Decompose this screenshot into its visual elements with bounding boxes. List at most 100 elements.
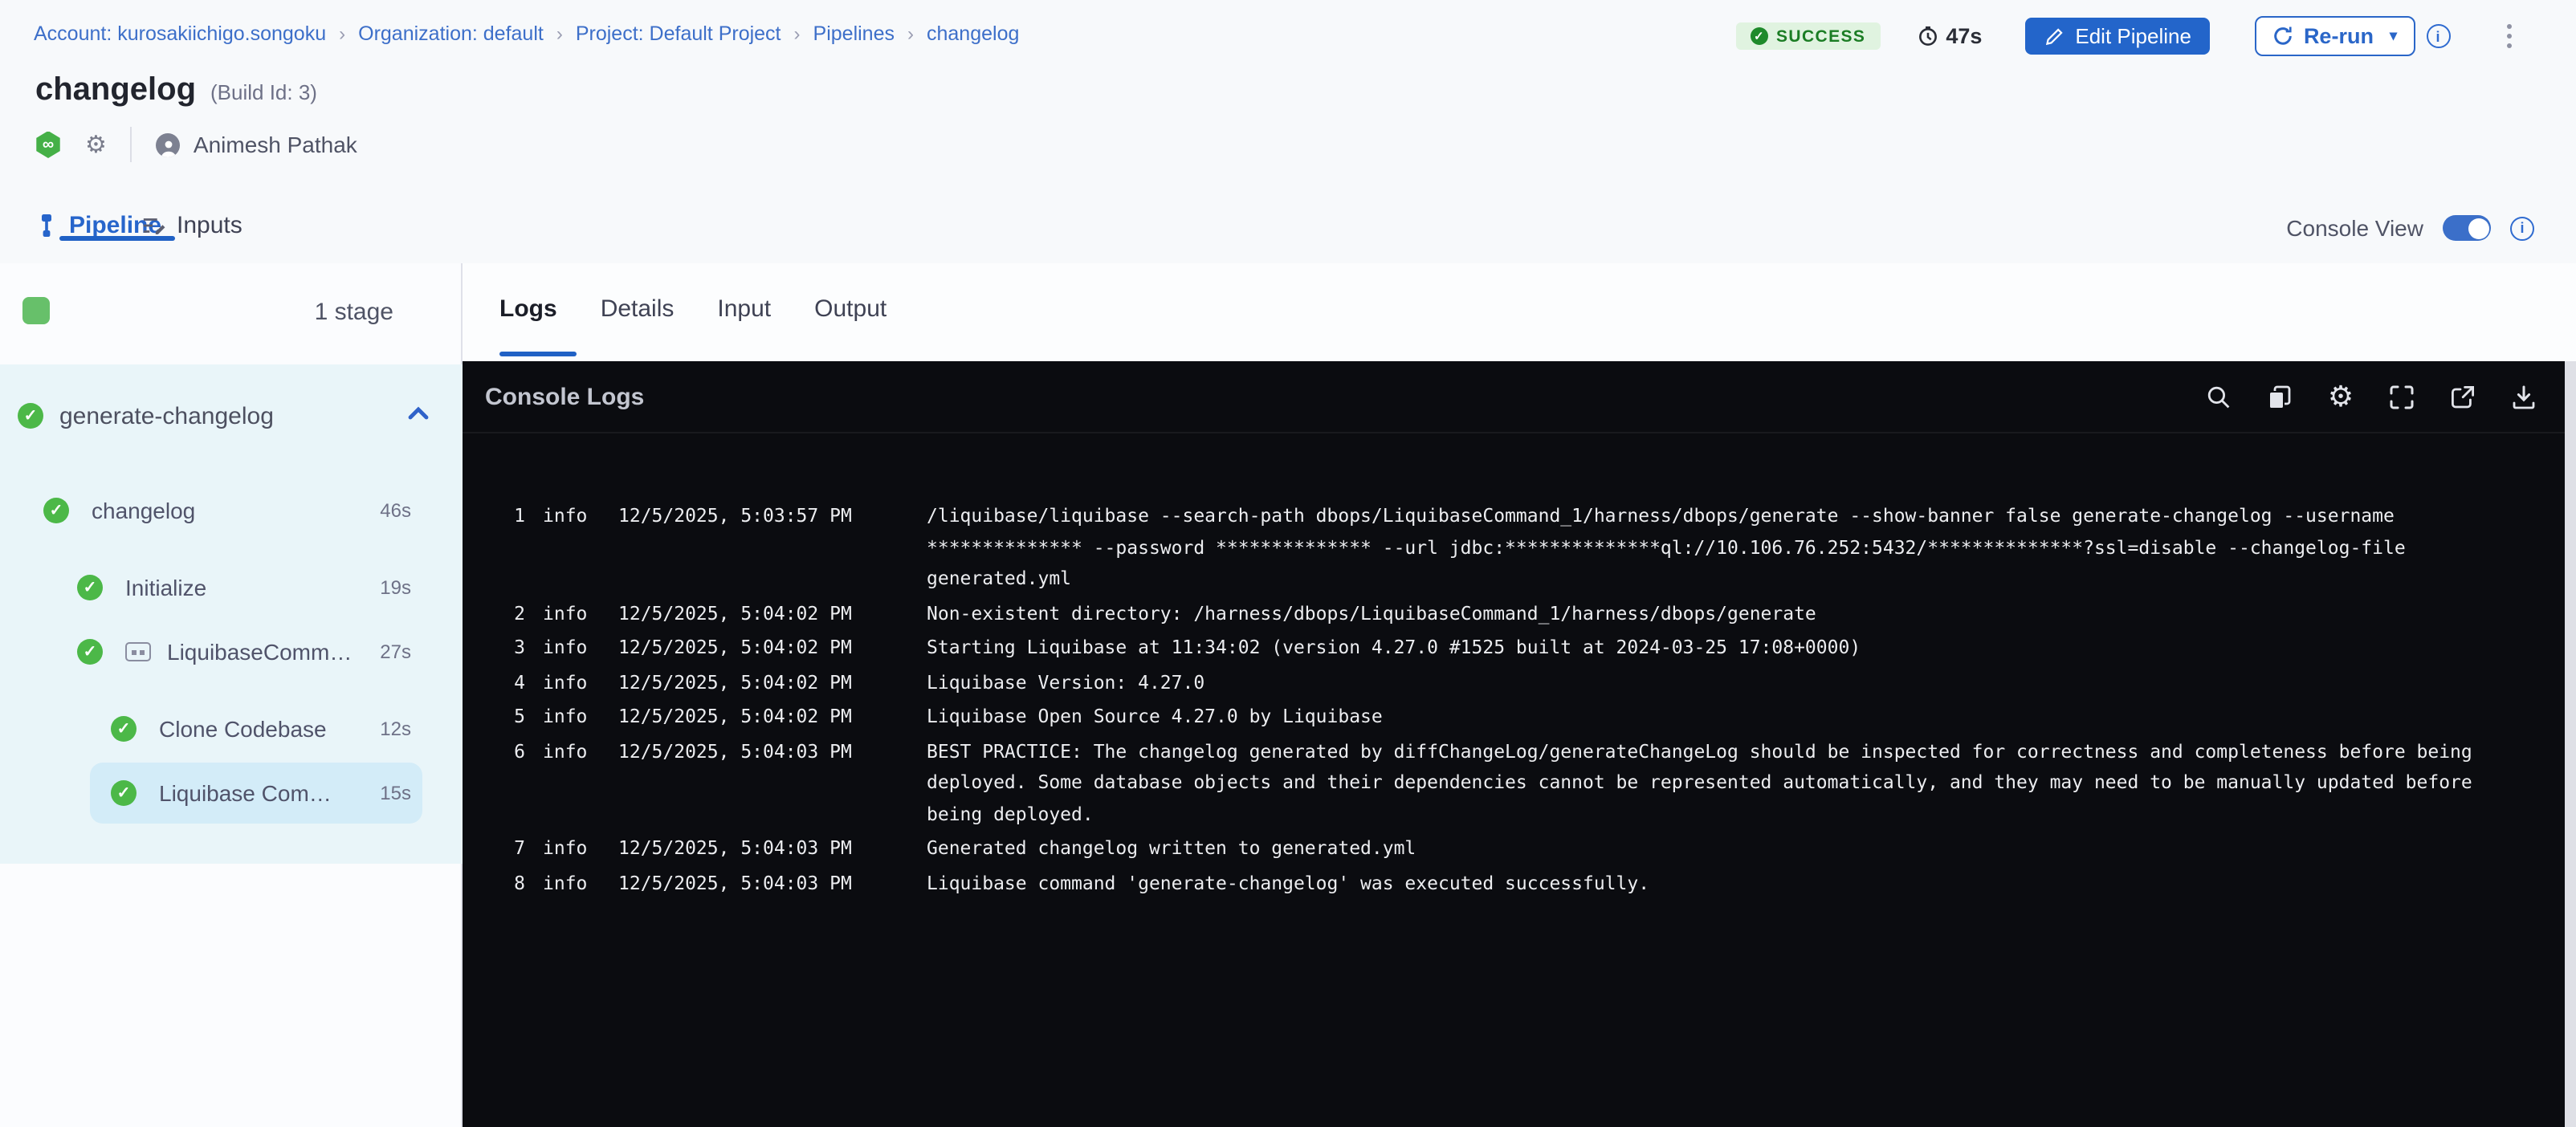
log-line-number: 7: [501, 833, 525, 865]
breadcrumb-item[interactable]: Organization: default: [358, 22, 544, 45]
pipeline-icon: [35, 214, 58, 238]
step-row[interactable]: ✓ Initialize 19s: [0, 555, 463, 620]
main-tab-bar: Pipeline Inputs Console View i: [0, 193, 2576, 265]
success-check-icon: ✓: [77, 575, 103, 600]
log-tab-bar: Logs Details Input Output: [463, 263, 2576, 361]
stage-group-name: generate-changelog: [59, 403, 274, 430]
stage-panel: ✓ generate-changelog ✓ changelog 46s ✓ I…: [0, 364, 463, 865]
log-timestamp: 12/5/2025, 5:04:02 PM: [618, 702, 853, 733]
step-duration: 27s: [380, 641, 411, 663]
log-message: BEST PRACTICE: The changelog generated b…: [927, 736, 2488, 830]
settings-icon[interactable]: ⚙: [2327, 383, 2354, 410]
fullscreen-icon[interactable]: [2388, 383, 2415, 410]
log-level: info: [543, 736, 588, 830]
log-timestamp: 12/5/2025, 5:04:03 PM: [618, 736, 853, 830]
step-label: changelog: [92, 498, 195, 523]
step-label: Liquibase Com…: [159, 780, 332, 806]
step-row[interactable]: ✓ Clone Codebase 12s: [0, 697, 463, 761]
stage-status-square[interactable]: [22, 297, 50, 324]
log-entry: 2 info 12/5/2025, 5:04:02 PM Non-existen…: [501, 598, 2544, 629]
chevron-up-icon[interactable]: [408, 406, 429, 421]
clock-icon: [1917, 26, 1938, 47]
log-message: /liquibase/liquibase --search-path dbops…: [927, 501, 2488, 595]
avatar: [157, 132, 181, 157]
breadcrumb: Account: kurosakiichigo.songoku › Organiza…: [34, 22, 1019, 45]
log-line-number: 5: [501, 702, 525, 733]
step-duration: 19s: [380, 576, 411, 599]
stage-count: 1 stage: [315, 299, 393, 326]
log-message: Starting Liquibase at 11:34:02 (version …: [927, 633, 2488, 664]
copy-icon[interactable]: [2266, 383, 2293, 410]
console-view-toggle[interactable]: [2443, 215, 2491, 241]
log-entry: 7 info 12/5/2025, 5:04:03 PM Generated c…: [501, 833, 2544, 865]
success-check-icon: ✓: [111, 716, 137, 742]
step-row[interactable]: ✓ LiquibaseComm… 27s: [0, 620, 463, 684]
log-message: Liquibase command 'generate-changelog' w…: [927, 868, 2488, 899]
download-icon[interactable]: [2510, 383, 2537, 410]
log-message: Non-existent directory: /harness/dbops/L…: [927, 598, 2488, 629]
log-timestamp: 12/5/2025, 5:04:02 PM: [618, 667, 853, 698]
console-title: Console Logs: [485, 383, 644, 410]
open-in-new-icon[interactable]: [2449, 383, 2476, 410]
log-tab-logs[interactable]: Logs: [499, 295, 557, 323]
log-message: Generated changelog written to generated…: [927, 833, 2488, 865]
log-tab-details[interactable]: Details: [601, 295, 675, 323]
step-row[interactable]: ✓ Liquibase Com… 15s: [0, 761, 463, 825]
console-view-info-icon[interactable]: i: [2510, 216, 2534, 240]
log-line-number: 2: [501, 598, 525, 629]
log-level: info: [543, 633, 588, 664]
log-entry: 3 info 12/5/2025, 5:04:02 PM Starting Li…: [501, 633, 2544, 664]
status-text: SUCCESS: [1776, 26, 1865, 46]
edit-pipeline-button[interactable]: Edit Pipeline: [2025, 18, 2211, 55]
log-message: Liquibase Version: 4.27.0: [927, 667, 2488, 698]
breadcrumb-separator: ›: [339, 22, 345, 45]
search-icon[interactable]: [2205, 383, 2232, 410]
console-panel: Console Logs ⚙ 1: [463, 361, 2576, 1127]
log-timestamp: 12/5/2025, 5:04:03 PM: [618, 868, 853, 899]
breadcrumb-item[interactable]: Pipelines: [813, 22, 895, 45]
console-view-control: Console View i: [2286, 193, 2534, 263]
log-tab-output[interactable]: Output: [814, 295, 887, 323]
log-timestamp: 12/5/2025, 5:04:02 PM: [618, 598, 853, 629]
console-scrollbar[interactable]: [2565, 361, 2576, 1127]
stage-summary-row: 1 stage: [0, 263, 463, 366]
execution-sidebar: 1 stage ✓ generate-changelog ✓ changelog…: [0, 263, 463, 1127]
log-message: Liquibase Open Source 4.27.0 by Liquibas…: [927, 702, 2488, 733]
log-tab-input[interactable]: Input: [717, 295, 771, 323]
refresh-icon: [2273, 26, 2294, 47]
build-id: (Build Id: 3): [210, 80, 317, 104]
stage-group-header[interactable]: ✓ generate-changelog: [0, 400, 463, 432]
console-header: Console Logs ⚙: [463, 361, 2576, 433]
pipeline-meta-row: ∞ ⚙ Animesh Pathak: [35, 130, 357, 159]
log-line-number: 6: [501, 736, 525, 830]
chevron-down-icon: ▾: [2390, 27, 2397, 45]
breadcrumb-item[interactable]: changelog: [927, 22, 1019, 45]
inputs-icon: [141, 214, 165, 238]
log-level: info: [543, 598, 588, 629]
breadcrumb-item[interactable]: Account: kurosakiichigo.songoku: [34, 22, 326, 45]
step-label: LiquibaseComm…: [167, 639, 352, 665]
breadcrumb-separator: ›: [907, 22, 914, 45]
console-toolbar: ⚙: [2205, 383, 2537, 410]
log-level: info: [543, 667, 588, 698]
tab-inputs[interactable]: Inputs: [141, 212, 243, 239]
log-entry: 1 info 12/5/2025, 5:03:57 PM /liquibase/…: [501, 501, 2544, 595]
success-check-icon: ✓: [18, 403, 43, 429]
breadcrumb-item[interactable]: Project: Default Project: [576, 22, 781, 45]
step-row[interactable]: ✓ changelog 46s: [0, 478, 463, 543]
ci-module-icon: ∞: [35, 131, 61, 158]
log-level: info: [543, 501, 588, 595]
log-list[interactable]: 1 info 12/5/2025, 5:03:57 PM /liquibase/…: [501, 501, 2544, 902]
log-entry: 8 info 12/5/2025, 5:04:03 PM Liquibase c…: [501, 868, 2544, 899]
sidebar-empty-area: [0, 864, 463, 1127]
info-icon[interactable]: i: [2426, 24, 2450, 48]
log-level: info: [543, 833, 588, 865]
rerun-button[interactable]: Re-run ▾: [2256, 16, 2415, 56]
step-duration: 46s: [380, 499, 411, 522]
gear-icon[interactable]: ⚙: [85, 132, 107, 157]
top-right-actions: ✓ SUCCESS 47s Edit Pipeline Re-run ▾ i: [1736, 18, 2515, 55]
log-entry: 6 info 12/5/2025, 5:04:03 PM BEST PRACTI…: [501, 736, 2544, 830]
step-duration: 12s: [380, 718, 411, 740]
more-options-button[interactable]: [2503, 21, 2515, 52]
status-badge: ✓ SUCCESS: [1736, 22, 1880, 50]
